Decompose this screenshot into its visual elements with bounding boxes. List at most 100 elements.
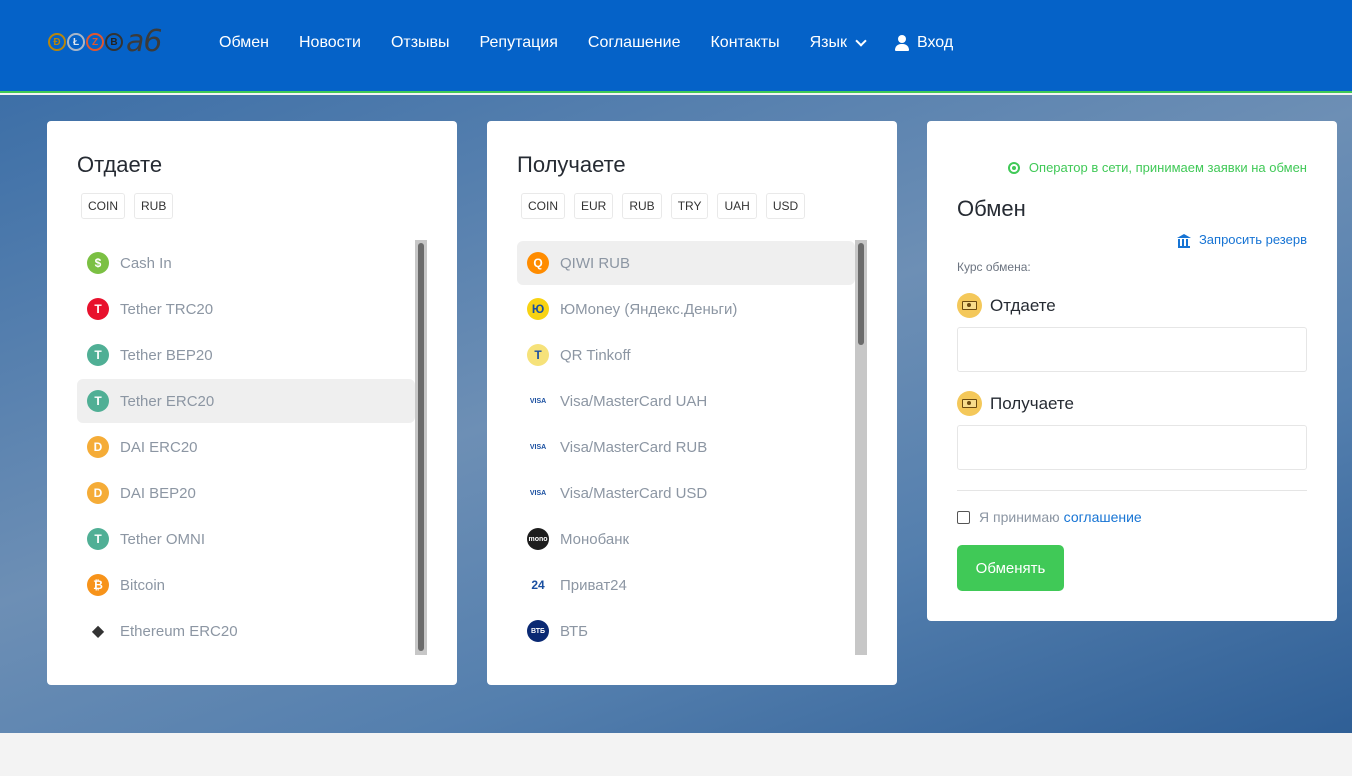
nav-reviews[interactable]: Отзывы	[391, 34, 450, 52]
nav-language-label: Язык	[809, 34, 847, 51]
give-title: Отдаете	[77, 152, 163, 177]
payment-method-label: Tether TRC20	[120, 300, 214, 318]
currency-filter-coin[interactable]: COIN	[521, 193, 565, 219]
receive-panel: Получаете COIN EUR RUB TRY UAH USD Q QIWI RUB Ю…	[487, 121, 897, 685]
payment-method-item[interactable]: Ю ЮMoney (Яндекс.Деньги)	[517, 287, 855, 331]
logo-text: a6	[126, 24, 162, 59]
payment-method-item[interactable]: Q QIWI RUB	[517, 241, 855, 285]
currency-filter-try[interactable]: TRY	[670, 193, 709, 219]
tether-omni-icon: T	[87, 528, 109, 550]
payment-method-label: Tether BEP20	[120, 346, 213, 364]
operator-status: Оператор в сети, принимаем заявки на обм…	[1007, 160, 1307, 175]
payment-method-label: ВТБ	[560, 622, 589, 640]
ethereum-icon: ◆	[87, 620, 109, 642]
monobank-icon: mono	[527, 528, 549, 550]
nav-contacts[interactable]: Контакты	[710, 34, 779, 52]
receive-currency-filters: COIN EUR RUB TRY UAH USD	[521, 193, 814, 219]
give-scrollbar[interactable]	[415, 240, 427, 655]
exchange-title: Обмен	[957, 196, 1026, 221]
nav-news[interactable]: Новости	[299, 34, 361, 52]
online-status-icon	[1007, 161, 1020, 174]
currency-filter-rub[interactable]: RUB	[134, 193, 174, 219]
nav-reputation[interactable]: Репутация	[480, 34, 558, 52]
site-header: Ð Ł Z B a6 Обмен Новости Отзывы Репутаци…	[0, 0, 1352, 93]
main-nav: Обмен Новости Отзывы Репутация Соглашени…	[219, 33, 983, 53]
currency-filter-uah[interactable]: UAH	[717, 193, 757, 219]
give-method-list: $ Cash In T Tether TRC20 T Tether BEP20 T Tethe…	[77, 241, 415, 655]
payment-method-label: Приват24	[560, 576, 627, 594]
payment-method-label: Bitcoin	[120, 576, 166, 594]
agreement-link[interactable]: соглашение	[1064, 509, 1142, 525]
zcash-logo-icon: Z	[86, 33, 104, 51]
payment-method-item[interactable]: T Tether OMNI	[77, 517, 415, 561]
currency-filter-coin[interactable]: COIN	[81, 193, 125, 219]
give-amount-input[interactable]	[957, 327, 1307, 372]
exchange-submit-button[interactable]: Обменять	[957, 545, 1064, 591]
request-reserve-link[interactable]: Запросить резерв	[1176, 232, 1307, 248]
receive-amount-input[interactable]	[957, 425, 1307, 470]
give-currency-filters: COIN RUB	[81, 193, 182, 219]
payment-method-label: Монобанк	[560, 530, 630, 548]
nav-agreement[interactable]: Соглашение	[588, 34, 681, 52]
receive-method-list: Q QIWI RUB Ю ЮMoney (Яндекс.Деньги) T QR Tink…	[517, 241, 855, 655]
currency-filter-eur[interactable]: EUR	[574, 193, 614, 219]
payment-method-label: Ethereum ERC20	[120, 622, 238, 640]
payment-method-item[interactable]: T Tether BEP20	[77, 333, 415, 377]
payment-method-item[interactable]: 24 Приват24	[517, 563, 855, 607]
nav-login-label: Вход	[916, 34, 954, 51]
operator-status-text: Оператор в сети, принимаем заявки на обм…	[1028, 160, 1307, 175]
dai-bep20-icon: D	[87, 482, 109, 504]
form-divider	[957, 490, 1307, 491]
yoomoney-icon: Ю	[527, 298, 549, 320]
payment-method-label: Cash In	[120, 254, 172, 272]
payment-method-item[interactable]: VISA Visa/MasterCard UAH	[517, 379, 855, 423]
payment-method-label: Visa/MasterCard RUB	[560, 438, 708, 456]
payment-method-item[interactable]: VISA Visa/MasterCard RUB	[517, 425, 855, 469]
receive-title: Получаете	[517, 152, 626, 177]
agreement-text: Я принимаю	[979, 509, 1060, 525]
currency-filter-rub[interactable]: RUB	[622, 193, 662, 219]
payment-method-item[interactable]: T Tether TRC20	[77, 287, 415, 331]
nav-login[interactable]: Вход	[894, 34, 954, 52]
payment-method-item[interactable]: VISA Visa/MasterCard USD	[517, 471, 855, 515]
bitcoin-icon: ₿	[87, 574, 109, 596]
give-scrollbar-thumb[interactable]	[418, 243, 424, 651]
payment-method-item[interactable]: D DAI ERC20	[77, 425, 415, 469]
payment-method-label: QR Tinkoff	[560, 346, 631, 364]
payment-method-item[interactable]: ◆ Ethereum ERC20	[77, 609, 415, 653]
tether-bep20-icon: T	[87, 344, 109, 366]
payment-method-item[interactable]: T QR Tinkoff	[517, 333, 855, 377]
give-amount-heading: Отдаете	[957, 293, 1056, 318]
payment-method-item[interactable]: $ Cash In	[77, 241, 415, 285]
agreement-checkbox[interactable]	[957, 510, 970, 524]
tether-trc20-icon: T	[87, 298, 109, 320]
payment-method-item[interactable]: mono Монобанк	[517, 517, 855, 561]
nav-exchange[interactable]: Обмен	[219, 34, 269, 52]
receive-scrollbar[interactable]	[855, 240, 867, 655]
litecoin-logo-icon: Ł	[67, 33, 85, 51]
privat24-icon: 24	[527, 574, 549, 596]
site-logo[interactable]: Ð Ł Z B a6	[48, 24, 162, 59]
payment-method-item[interactable]: T Tether ERC20	[77, 379, 415, 423]
qiwi-icon: Q	[527, 252, 549, 274]
receive-scrollbar-thumb[interactable]	[858, 243, 864, 345]
bank-icon	[1176, 233, 1191, 248]
payment-method-item[interactable]: ₿ Bitcoin	[77, 563, 415, 607]
dai-erc20-icon: D	[87, 436, 109, 458]
payment-method-item[interactable]: ВТБ ВТБ	[517, 609, 855, 653]
tether-erc20-icon: T	[87, 390, 109, 412]
payment-method-label: Tether ERC20	[120, 392, 215, 410]
exchange-rate-label: Курс обмена:	[957, 260, 1031, 274]
nav-language-dropdown[interactable]: Язык	[809, 34, 867, 52]
payment-method-item[interactable]: D DAI BEP20	[77, 471, 415, 515]
currency-filter-usd[interactable]: USD	[765, 193, 806, 219]
payment-method-label: DAI BEP20	[120, 484, 196, 502]
give-panel: Отдаете COIN RUB $ Cash In T Tether TRC20 T Te…	[47, 121, 457, 685]
exchange-panel: Оператор в сети, принимаем заявки на обм…	[927, 121, 1337, 621]
vtb-icon: ВТБ	[527, 620, 549, 642]
visa-mastercard-icon: VISA	[527, 390, 549, 412]
agreement-row: Я принимаю соглашение	[957, 509, 1142, 525]
payment-method-label: Visa/MasterCard USD	[560, 484, 708, 502]
dogecoin-logo-icon: Ð	[48, 33, 66, 51]
chevron-down-icon	[855, 34, 867, 47]
